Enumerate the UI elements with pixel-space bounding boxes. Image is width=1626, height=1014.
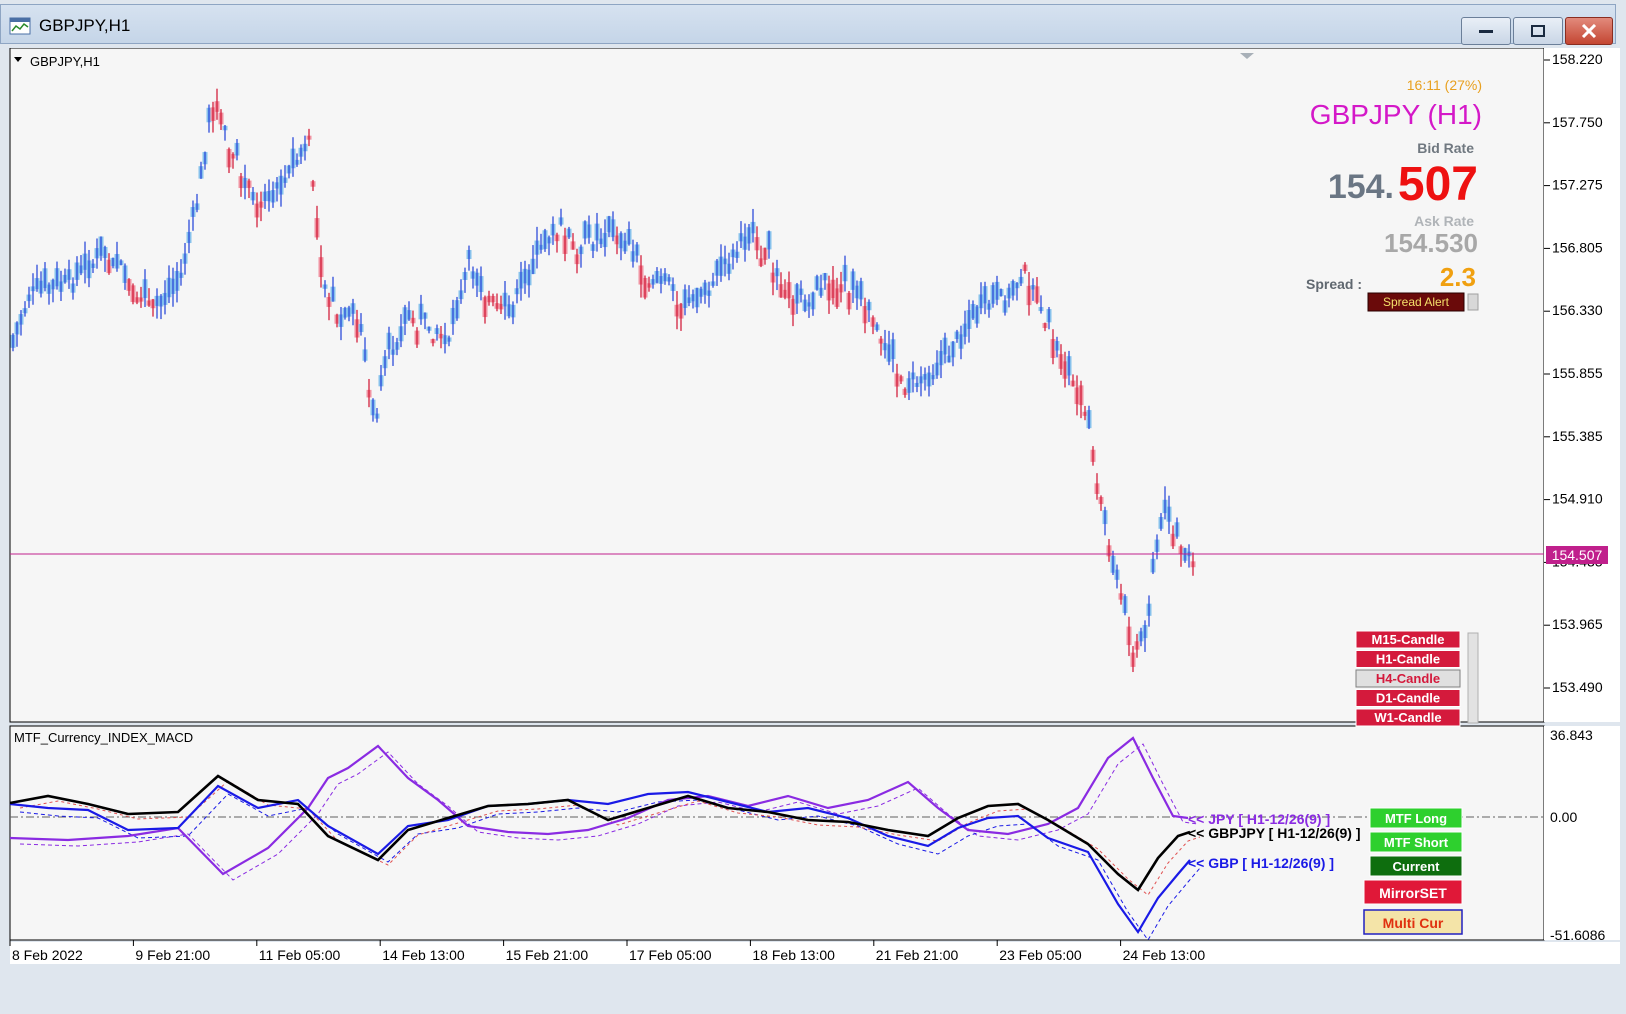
minimize-icon bbox=[1479, 30, 1493, 33]
mirrorset-label: MirrorSET bbox=[1379, 885, 1447, 901]
chart-symbol-label: GBPJPY,H1 bbox=[30, 54, 100, 69]
candle-button-label: M15-Candle bbox=[1372, 632, 1445, 647]
chart-canvas[interactable]: 158.220 157.750 157.275 156.805 156.330 155.8… bbox=[8, 48, 1620, 1014]
candle-buttons-scrollbar[interactable] bbox=[1467, 632, 1479, 724]
candle-timeframe-buttons: M15-Candle H1-Candle H4-Candle D1-Candle W1-… bbox=[1355, 630, 1461, 727]
spread-label: Spread : bbox=[1306, 276, 1362, 292]
time-tick-label: 11 Feb 05:00 bbox=[259, 947, 341, 963]
chart-window: GBPJPY,H1 158.220 157.750 157.275 156.805 15… bbox=[0, 0, 1626, 1014]
chart-area: 158.220 157.750 157.275 156.805 156.330 155.8… bbox=[8, 48, 1620, 1014]
indicator-axis-label: 0.00 bbox=[1550, 809, 1577, 825]
candle-button-label: H1-Candle bbox=[1376, 652, 1440, 667]
time-tick-label: 23 Feb 05:00 bbox=[999, 947, 1082, 963]
time-tick-label: 15 Feb 21:00 bbox=[506, 947, 589, 963]
ask-rate-label: Ask Rate bbox=[1414, 213, 1474, 229]
spread-alert-label: Spread Alert bbox=[1383, 295, 1450, 309]
close-icon bbox=[1581, 24, 1597, 38]
price-tick-label: 155.855 bbox=[1552, 365, 1603, 381]
ask-rate-value: 154.530 bbox=[1384, 228, 1478, 258]
gbpjpy-line-label: << GBPJPY [ H1-12/26(9) ] bbox=[1188, 825, 1360, 841]
price-tick-label: 153.490 bbox=[1552, 679, 1603, 695]
restore-icon bbox=[1531, 25, 1545, 37]
candle-button-label: W1-Candle bbox=[1374, 710, 1441, 725]
current-price-tag-text: 154.507 bbox=[1552, 547, 1603, 563]
price-tick-label: 157.750 bbox=[1552, 114, 1603, 130]
price-tick-label: 153.965 bbox=[1552, 616, 1603, 632]
indicator-axis-label: -51.6086 bbox=[1550, 927, 1605, 943]
chart-window-icon bbox=[9, 17, 31, 35]
bid-rate-main: 154. bbox=[1328, 168, 1394, 206]
indicator-axis bbox=[1544, 726, 1620, 940]
bid-rate-pips: 507 bbox=[1398, 158, 1478, 211]
time-tick-label: 14 Feb 13:00 bbox=[382, 947, 465, 963]
close-button[interactable] bbox=[1565, 17, 1613, 45]
window-titlebar[interactable]: GBPJPY,H1 bbox=[0, 4, 1616, 45]
mtf-long-label: MTF Long bbox=[1385, 811, 1447, 826]
minimize-button[interactable] bbox=[1461, 17, 1511, 45]
restore-button[interactable] bbox=[1513, 17, 1563, 45]
spread-value: 2.3 bbox=[1440, 262, 1476, 292]
price-tick-label: 156.805 bbox=[1552, 239, 1603, 255]
indicator-name: MTF_Currency_INDEX_MACD bbox=[14, 730, 193, 745]
symbol-title: GBPJPY (H1) bbox=[1310, 99, 1482, 130]
price-tick-label: 156.330 bbox=[1552, 302, 1603, 318]
candle-button-label: H4-Candle bbox=[1376, 671, 1440, 686]
window-title: GBPJPY,H1 bbox=[39, 16, 131, 35]
price-tick-label: 154.910 bbox=[1552, 491, 1603, 507]
mtf-short-label: MTF Short bbox=[1384, 835, 1449, 850]
gbp-line-label: << GBP [ H1-12/26(9) ] bbox=[1188, 855, 1334, 871]
price-tick-label: 158.220 bbox=[1552, 51, 1603, 67]
time-tick-label: 8 Feb 2022 bbox=[12, 947, 83, 963]
indicator-axis-label: 36.843 bbox=[1550, 727, 1593, 743]
candle-button-label: D1-Candle bbox=[1376, 691, 1440, 706]
bid-rate-label: Bid Rate bbox=[1417, 140, 1474, 156]
multi-cur-label: Multi Cur bbox=[1383, 915, 1444, 931]
time-tick-label: 9 Feb 21:00 bbox=[135, 947, 210, 963]
time-tick-label: 24 Feb 13:00 bbox=[1123, 947, 1206, 963]
main-chart-pane[interactable] bbox=[9, 48, 1545, 723]
time-tick-label: 17 Feb 05:00 bbox=[629, 947, 712, 963]
time-tick-label: 21 Feb 21:00 bbox=[876, 947, 959, 963]
candle-time-info: 16:11 (27%) bbox=[1407, 77, 1482, 93]
price-tick-label: 155.385 bbox=[1552, 428, 1603, 444]
price-tick-label: 157.275 bbox=[1552, 177, 1603, 193]
time-tick-label: 18 Feb 13:00 bbox=[752, 947, 835, 963]
spread-alert-scroll-handle[interactable] bbox=[1467, 293, 1479, 311]
current-label: Current bbox=[1393, 859, 1441, 874]
